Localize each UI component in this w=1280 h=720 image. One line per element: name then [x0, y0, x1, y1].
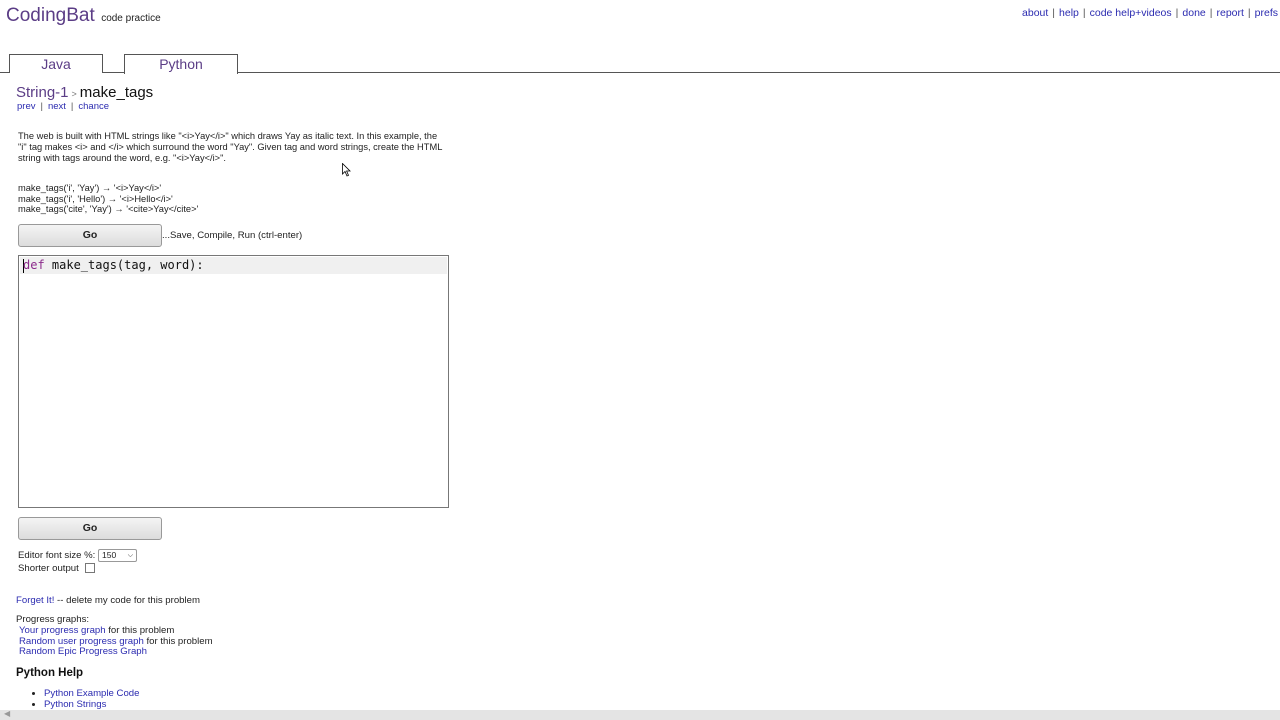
site-logo[interactable]: CodingBat	[6, 5, 95, 26]
chevron-down-icon: ⌵	[127, 552, 133, 559]
nav-prefs-link[interactable]: prefs	[1255, 7, 1278, 19]
example-line: make_tags('i', 'Yay') → '<i>Yay</i>'	[18, 183, 162, 193]
chance-link[interactable]: chance	[78, 101, 109, 112]
python-help-heading: Python Help	[16, 667, 84, 679]
code-editor[interactable]: def make_tags(tag, word):	[18, 255, 449, 508]
nav-help-link[interactable]: help	[1059, 7, 1079, 19]
code-signature: make_tags(tag, word):	[44, 258, 204, 272]
tab-java[interactable]: Java	[9, 54, 103, 73]
site-brand: CodingBat code practice	[6, 5, 161, 27]
mouse-pointer-icon	[342, 163, 351, 177]
progress-row-text: for this problem	[143, 635, 213, 647]
site-tagline: code practice	[101, 13, 161, 24]
progress-graphs: Progress graphs: Your progress graph for…	[16, 614, 213, 658]
python-strings-link[interactable]: Python Strings	[44, 699, 106, 710]
nav-about-link[interactable]: about	[1022, 7, 1048, 19]
shorter-output-checkbox[interactable]	[84, 563, 95, 574]
python-example-code-link[interactable]: Python Example Code	[44, 688, 139, 699]
font-size-select[interactable]: 150 ⌵	[98, 549, 137, 562]
nav-code-help-videos-link[interactable]: code help+videos	[1090, 7, 1172, 19]
forget-it: Forget It! -- delete my code for this pr…	[16, 595, 200, 606]
tab-python[interactable]: Python	[124, 54, 238, 74]
breadcrumb: String-1 > make_tags	[16, 84, 153, 101]
prev-link[interactable]: prev	[17, 101, 35, 112]
list-item: Python Strings	[44, 699, 139, 710]
code-keyword: def	[23, 258, 45, 272]
breadcrumb-separator: >	[71, 89, 77, 99]
problem-nav: prev | next | chance	[17, 101, 110, 112]
code-line-1[interactable]: def make_tags(tag, word):	[20, 257, 447, 274]
problem-examples: make_tags('i', 'Yay') → '<i>Yay</i>' mak…	[18, 183, 198, 215]
scroll-left-icon[interactable]: ◀	[4, 709, 10, 718]
breadcrumb-section-link[interactable]: String-1	[16, 84, 69, 101]
shorter-output-label: Shorter output	[18, 563, 79, 574]
your-progress-graph-link[interactable]: Your progress graph	[19, 625, 106, 636]
save-hint: ...Save, Compile, Run (ctrl-enter)	[162, 230, 303, 241]
go-button-top[interactable]: Go	[18, 224, 162, 247]
nav-done-link[interactable]: done	[1182, 7, 1205, 19]
example-line: make_tags('cite', 'Yay') → '<cite>Yay</c…	[18, 204, 199, 215]
font-size-option: Editor font size %: 150 ⌵	[18, 549, 137, 562]
shorter-output-option: Shorter output	[18, 563, 95, 574]
python-help-list: Python Example Code Python Strings	[28, 688, 139, 710]
random-epic-progress-graph-link[interactable]: Random Epic Progress Graph	[19, 646, 147, 657]
list-item: Python Example Code	[44, 688, 139, 699]
random-user-progress-graph-link[interactable]: Random user progress graph	[19, 636, 144, 647]
example-line: make_tags('i', 'Hello') → '<i>Hello</i>'	[18, 193, 173, 204]
problem-title: make_tags	[79, 84, 154, 101]
horizontal-scrollbar[interactable]: ◀	[0, 709, 1280, 720]
font-size-label: Editor font size %:	[18, 550, 96, 562]
problem-description: The web is built with HTML strings like …	[18, 131, 443, 163]
next-link[interactable]: next	[48, 101, 66, 112]
progress-row: Random Epic Progress Graph	[16, 646, 213, 658]
nav-report-link[interactable]: report	[1216, 7, 1243, 19]
top-nav: about | help | code help+videos | done | report |…	[1022, 7, 1278, 19]
forget-it-text: -- delete my code for this problem	[54, 595, 200, 606]
progress-row-text: for this problem	[105, 624, 175, 636]
forget-it-link[interactable]: Forget It!	[16, 595, 54, 606]
font-size-value: 150	[102, 550, 117, 560]
go-button-bottom[interactable]: Go	[18, 517, 162, 540]
